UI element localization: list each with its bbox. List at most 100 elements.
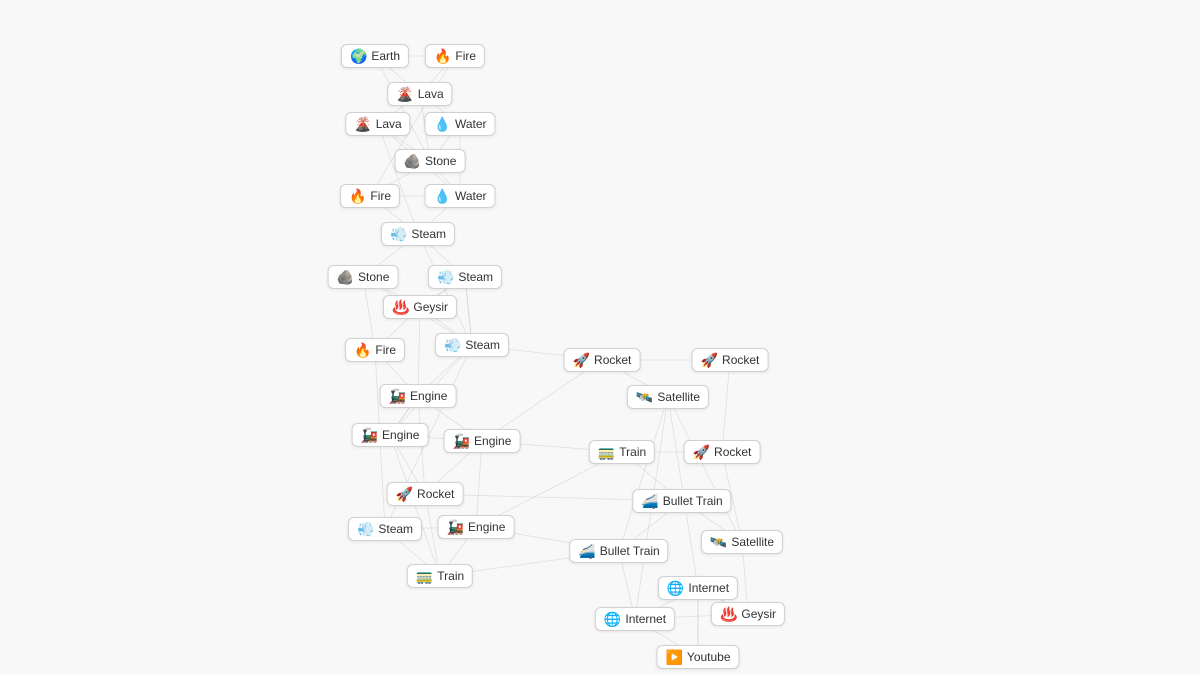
node-engine1[interactable]: 🚂 Engine — [380, 384, 457, 408]
node-label-rocket2: Rocket — [722, 353, 759, 367]
node-icon-rocket1: 🚀 — [573, 353, 590, 367]
node-icon-internet1: 🌐 — [667, 581, 684, 595]
node-icon-fire1: 🔥 — [434, 49, 451, 63]
node-icon-bullet_train1: 🚄 — [641, 494, 658, 508]
node-steam3[interactable]: 💨 Steam — [435, 333, 509, 357]
node-icon-satellite1: 🛰️ — [636, 390, 653, 404]
node-label-stone2: Stone — [358, 270, 389, 284]
node-icon-engine3: 🚂 — [453, 434, 470, 448]
node-internet2[interactable]: 🌐 Internet — [595, 607, 675, 631]
node-icon-steam3: 💨 — [444, 338, 461, 352]
node-earth1[interactable]: 🌍 Earth — [341, 44, 409, 68]
node-lava2[interactable]: 🌋 Lava — [345, 112, 410, 136]
node-icon-rocket2: 🚀 — [701, 353, 718, 367]
node-label-rocket4: Rocket — [417, 487, 454, 501]
node-label-geysir2: Geysir — [741, 607, 776, 621]
node-label-engine1: Engine — [410, 389, 447, 403]
node-label-fire3: Fire — [375, 343, 396, 357]
node-youtube1[interactable]: ▶️ Youtube — [656, 645, 739, 669]
node-label-bullet_train2: Bullet Train — [600, 544, 660, 558]
node-label-lava2: Lava — [376, 117, 402, 131]
node-geysir2[interactable]: ♨️ Geysir — [711, 602, 785, 626]
node-icon-earth1: 🌍 — [350, 49, 367, 63]
node-engine4[interactable]: 🚂 Engine — [438, 515, 515, 539]
node-train2[interactable]: 🚃 Train — [407, 564, 473, 588]
node-icon-youtube1: ▶️ — [665, 650, 682, 664]
node-satellite2[interactable]: 🛰️ Satellite — [701, 530, 783, 554]
node-fire3[interactable]: 🔥 Fire — [345, 338, 405, 362]
node-label-satellite2: Satellite — [731, 535, 774, 549]
node-engine3[interactable]: 🚂 Engine — [444, 429, 521, 453]
node-icon-water2: 💧 — [434, 189, 451, 203]
node-icon-stone2: 🪨 — [337, 270, 354, 284]
node-icon-train1: 🚃 — [598, 445, 615, 459]
node-icon-stone1: 🪨 — [404, 154, 421, 168]
node-geysir1[interactable]: ♨️ Geysir — [383, 295, 457, 319]
edge-layer — [0, 0, 1200, 675]
node-stone2[interactable]: 🪨 Stone — [328, 265, 399, 289]
node-train1[interactable]: 🚃 Train — [589, 440, 655, 464]
node-icon-satellite2: 🛰️ — [710, 535, 727, 549]
node-label-engine3: Engine — [474, 434, 511, 448]
node-label-steam3: Steam — [465, 338, 500, 352]
node-steam1[interactable]: 💨 Steam — [381, 222, 455, 246]
node-label-train2: Train — [437, 569, 464, 583]
node-label-train1: Train — [619, 445, 646, 459]
node-icon-lava1: 🌋 — [396, 87, 413, 101]
node-label-fire1: Fire — [455, 49, 476, 63]
node-icon-steam2: 💨 — [437, 270, 454, 284]
node-label-steam4: Steam — [378, 522, 413, 536]
node-steam2[interactable]: 💨 Steam — [428, 265, 502, 289]
node-label-internet2: Internet — [625, 612, 666, 626]
node-icon-internet2: 🌐 — [604, 612, 621, 626]
node-icon-geysir2: ♨️ — [720, 607, 737, 621]
node-fire2[interactable]: 🔥 Fire — [340, 184, 400, 208]
node-bullet_train2[interactable]: 🚄 Bullet Train — [569, 539, 668, 563]
node-label-steam2: Steam — [458, 270, 493, 284]
node-icon-geysir1: ♨️ — [392, 300, 409, 314]
node-label-satellite1: Satellite — [657, 390, 700, 404]
node-label-rocket3: Rocket — [714, 445, 751, 459]
node-icon-lava2: 🌋 — [354, 117, 371, 131]
node-rocket2[interactable]: 🚀 Rocket — [692, 348, 769, 372]
node-label-steam1: Steam — [411, 227, 446, 241]
node-bullet_train1[interactable]: 🚄 Bullet Train — [632, 489, 731, 513]
node-icon-fire2: 🔥 — [349, 189, 366, 203]
node-label-water2: Water — [455, 189, 487, 203]
node-icon-steam4: 💨 — [357, 522, 374, 536]
node-label-bullet_train1: Bullet Train — [663, 494, 723, 508]
node-icon-fire3: 🔥 — [354, 343, 371, 357]
node-engine2[interactable]: 🚂Engine — [352, 423, 429, 447]
node-internet1[interactable]: 🌐 Internet — [658, 576, 738, 600]
node-icon-bullet_train2: 🚄 — [578, 544, 595, 558]
node-label-engine2: Engine — [382, 428, 419, 442]
node-satellite1[interactable]: 🛰️ Satellite — [627, 385, 709, 409]
graph-container: 🌍 Earth 🔥 Fire 🌋 Lava 🌋 Lava 💧 Water 🪨 Stone 🔥 Fire 💧 W… — [0, 0, 1200, 675]
node-rocket3[interactable]: 🚀 Rocket — [684, 440, 761, 464]
node-label-stone1: Stone — [425, 154, 456, 168]
node-rocket4[interactable]: 🚀 Rocket — [387, 482, 464, 506]
node-label-earth1: Earth — [371, 49, 400, 63]
node-icon-engine4: 🚂 — [447, 520, 464, 534]
node-icon-train2: 🚃 — [416, 569, 433, 583]
node-steam4[interactable]: 💨 Steam — [348, 517, 422, 541]
node-label-rocket1: Rocket — [594, 353, 631, 367]
node-label-youtube1: Youtube — [687, 650, 731, 664]
node-icon-water1: 💧 — [434, 117, 451, 131]
node-label-fire2: Fire — [370, 189, 391, 203]
node-label-internet1: Internet — [688, 581, 729, 595]
node-icon-rocket4: 🚀 — [396, 487, 413, 501]
node-label-engine4: Engine — [468, 520, 505, 534]
node-label-geysir1: Geysir — [413, 300, 448, 314]
node-lava1[interactable]: 🌋 Lava — [387, 82, 452, 106]
node-icon-engine1: 🚂 — [389, 389, 406, 403]
node-rocket1[interactable]: 🚀 Rocket — [564, 348, 641, 372]
node-label-lava1: Lava — [418, 87, 444, 101]
node-stone1[interactable]: 🪨 Stone — [395, 149, 466, 173]
node-water1[interactable]: 💧 Water — [425, 112, 496, 136]
node-water2[interactable]: 💧 Water — [425, 184, 496, 208]
node-label-water1: Water — [455, 117, 487, 131]
node-icon-steam1: 💨 — [390, 227, 407, 241]
node-icon-rocket3: 🚀 — [693, 445, 710, 459]
node-fire1[interactable]: 🔥 Fire — [425, 44, 485, 68]
